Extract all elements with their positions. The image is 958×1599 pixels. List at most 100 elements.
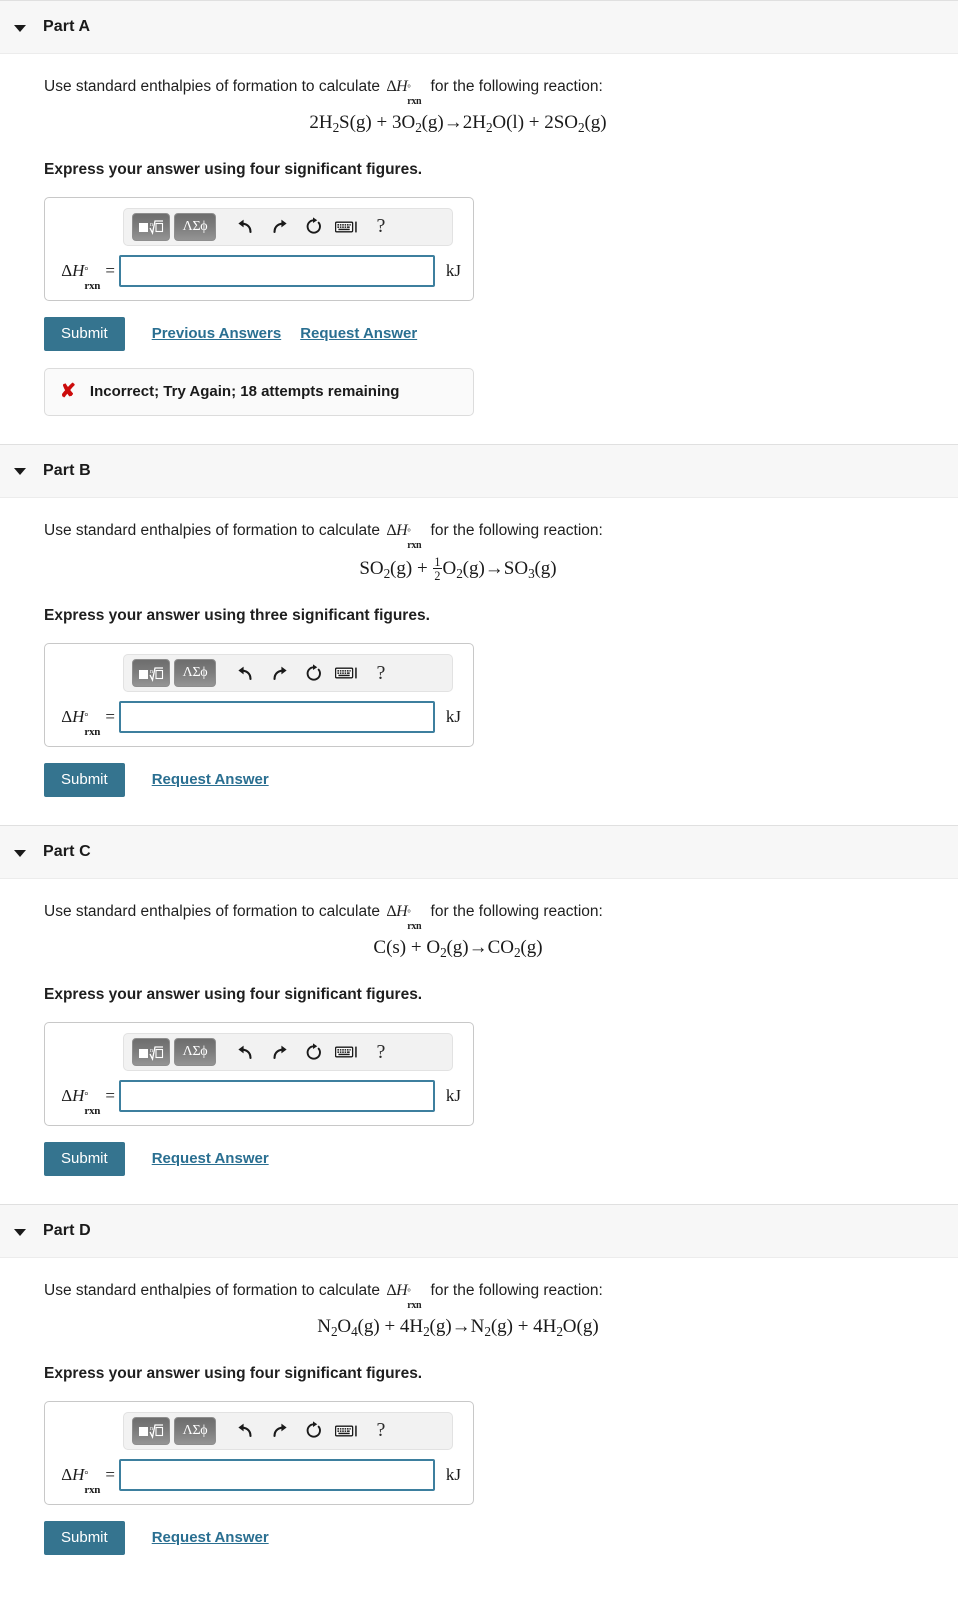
answer-entry-box: n ΛΣϕ ? ΔH ° rxn = kJ: [44, 643, 474, 748]
answer-unit: kJ: [445, 1086, 461, 1106]
delta-h-rxn-symbol: ΔH ° rxn: [386, 1282, 422, 1312]
sig-figs-instruction: Express your answer using three signific…: [44, 607, 430, 625]
keyboard-icon[interactable]: [332, 659, 362, 687]
chevron-down-icon[interactable]: [14, 849, 26, 857]
submit-button[interactable]: Submit: [44, 316, 125, 351]
link-request-answer[interactable]: Request Answer: [152, 1150, 269, 1167]
help-icon[interactable]: ?: [366, 213, 396, 241]
reset-icon[interactable]: [298, 1417, 328, 1445]
svg-text:n: n: [150, 1048, 153, 1054]
template-math-icon[interactable]: n: [132, 1416, 170, 1445]
reset-icon[interactable]: [298, 659, 328, 687]
answer-input-row: ΔH ° rxn = kJ: [57, 1458, 461, 1496]
part-title: Part B: [43, 461, 91, 479]
template-math-icon[interactable]: n: [132, 659, 170, 688]
part-header[interactable]: Part D: [0, 1204, 958, 1259]
undo-icon[interactable]: [230, 1038, 260, 1066]
reset-icon[interactable]: [298, 1038, 328, 1066]
redo-icon[interactable]: [264, 1417, 294, 1445]
svg-text:n: n: [150, 222, 153, 228]
part-header[interactable]: Part A: [0, 0, 958, 54]
help-icon[interactable]: ?: [366, 1417, 396, 1445]
answer-label: ΔH ° rxn =: [61, 260, 115, 292]
keyboard-icon[interactable]: [332, 213, 362, 241]
action-links: Previous Answers Request Answer: [125, 325, 417, 343]
answer-entry-box: n ΛΣϕ ? ΔH ° rxn = kJ: [44, 196, 474, 301]
template-math-icon[interactable]: n: [132, 1038, 170, 1067]
link-previous-answers[interactable]: Previous Answers: [152, 325, 282, 342]
prompt-text-before: Use standard enthalpies of formation to …: [44, 903, 381, 921]
part-section: Part D Use standard enthalpies of format…: [0, 1204, 958, 1599]
link-request-answer[interactable]: Request Answer: [152, 1529, 269, 1546]
answer-input[interactable]: [119, 1458, 435, 1491]
part-section: Part C Use standard enthalpies of format…: [0, 825, 958, 1204]
help-icon[interactable]: ?: [366, 659, 396, 687]
prompt-text-after: for the following reaction:: [430, 1282, 603, 1300]
delta-h-rxn-symbol: ΔH ° rxn: [386, 521, 422, 551]
reset-icon[interactable]: [298, 213, 328, 241]
greek-symbols-button[interactable]: ΛΣϕ: [174, 659, 216, 688]
answer-label: ΔH ° rxn =: [61, 1464, 115, 1496]
action-row: Submit Request Answer: [44, 1142, 958, 1177]
reaction-equation: SO2(g) + 1 2 O2(g)→SO3(g): [359, 554, 557, 583]
undo-icon[interactable]: [230, 213, 260, 241]
answer-input-row: ΔH ° rxn = kJ: [57, 254, 461, 292]
submit-button[interactable]: Submit: [44, 763, 125, 798]
part-title: Part D: [43, 1222, 91, 1240]
feedback-text: Incorrect; Try Again; 18 attempts remain…: [89, 383, 400, 401]
greek-button-label: ΛΣϕ: [182, 1422, 208, 1438]
undo-icon[interactable]: [230, 659, 260, 687]
template-math-icon[interactable]: n: [132, 212, 170, 241]
action-row: Submit Previous Answers Request Answer: [44, 316, 958, 351]
incorrect-x-icon: ✘: [60, 381, 76, 403]
chevron-down-icon[interactable]: [14, 1228, 26, 1236]
answer-input[interactable]: [119, 254, 435, 287]
chevron-down-icon[interactable]: [14, 24, 26, 32]
answer-label: ΔH ° rxn =: [61, 1086, 115, 1118]
keyboard-icon[interactable]: [332, 1038, 362, 1066]
chevron-down-icon[interactable]: [14, 468, 26, 476]
redo-icon[interactable]: [264, 1038, 294, 1066]
math-toolbar: n ΛΣϕ ?: [123, 1033, 453, 1072]
keyboard-icon[interactable]: [332, 1417, 362, 1445]
answer-input[interactable]: [119, 1080, 435, 1113]
prompt-text-before: Use standard enthalpies of formation to …: [44, 78, 381, 95]
action-links: Request Answer: [125, 771, 269, 789]
greek-button-label: ΛΣϕ: [182, 665, 208, 681]
redo-icon[interactable]: [264, 659, 294, 687]
action-row: Submit Request Answer: [44, 763, 958, 798]
question-prompt: Use standard enthalpies of formation to …: [44, 54, 958, 107]
math-toolbar: n ΛΣϕ ?: [123, 207, 453, 246]
redo-icon[interactable]: [264, 213, 294, 241]
submit-button[interactable]: Submit: [44, 1142, 125, 1177]
prompt-text-after: for the following reaction:: [430, 521, 603, 539]
undo-icon[interactable]: [230, 1417, 260, 1445]
part-title: Part C: [43, 843, 91, 861]
greek-symbols-button[interactable]: ΛΣϕ: [174, 1038, 216, 1067]
greek-symbols-button[interactable]: ΛΣϕ: [174, 1416, 216, 1445]
prompt-text-after: for the following reaction:: [430, 903, 603, 921]
greek-symbols-button[interactable]: ΛΣϕ: [174, 212, 216, 241]
prompt-text-before: Use standard enthalpies of formation to …: [44, 521, 381, 539]
sig-figs-instruction: Express your answer using four significa…: [44, 1364, 423, 1382]
part-header[interactable]: Part C: [0, 825, 958, 880]
prompt-text-before: Use standard enthalpies of formation to …: [44, 1282, 381, 1300]
link-request-answer[interactable]: Request Answer: [152, 771, 269, 788]
answer-unit: kJ: [445, 1464, 461, 1484]
submit-button[interactable]: Submit: [44, 1520, 125, 1555]
answer-input[interactable]: [119, 701, 435, 734]
answer-entry-box: n ΛΣϕ ? ΔH ° rxn = kJ: [44, 1400, 474, 1505]
greek-button-label: ΛΣϕ: [182, 218, 208, 234]
help-icon[interactable]: ?: [366, 1038, 396, 1066]
reaction-equation: 2H2S(g) + 3O2(g)→2H2O(l) + 2SO2(g): [309, 111, 607, 135]
part-header[interactable]: Part B: [0, 443, 958, 498]
answer-unit: kJ: [445, 707, 461, 727]
sig-figs-instruction: Express your answer using four significa…: [44, 986, 423, 1004]
link-request-answer[interactable]: Request Answer: [300, 325, 417, 342]
action-links: Request Answer: [125, 1529, 269, 1547]
question-prompt: Use standard enthalpies of formation to …: [44, 498, 958, 551]
prompt-text-after: for the following reaction:: [430, 78, 603, 95]
svg-text:n: n: [150, 669, 153, 675]
